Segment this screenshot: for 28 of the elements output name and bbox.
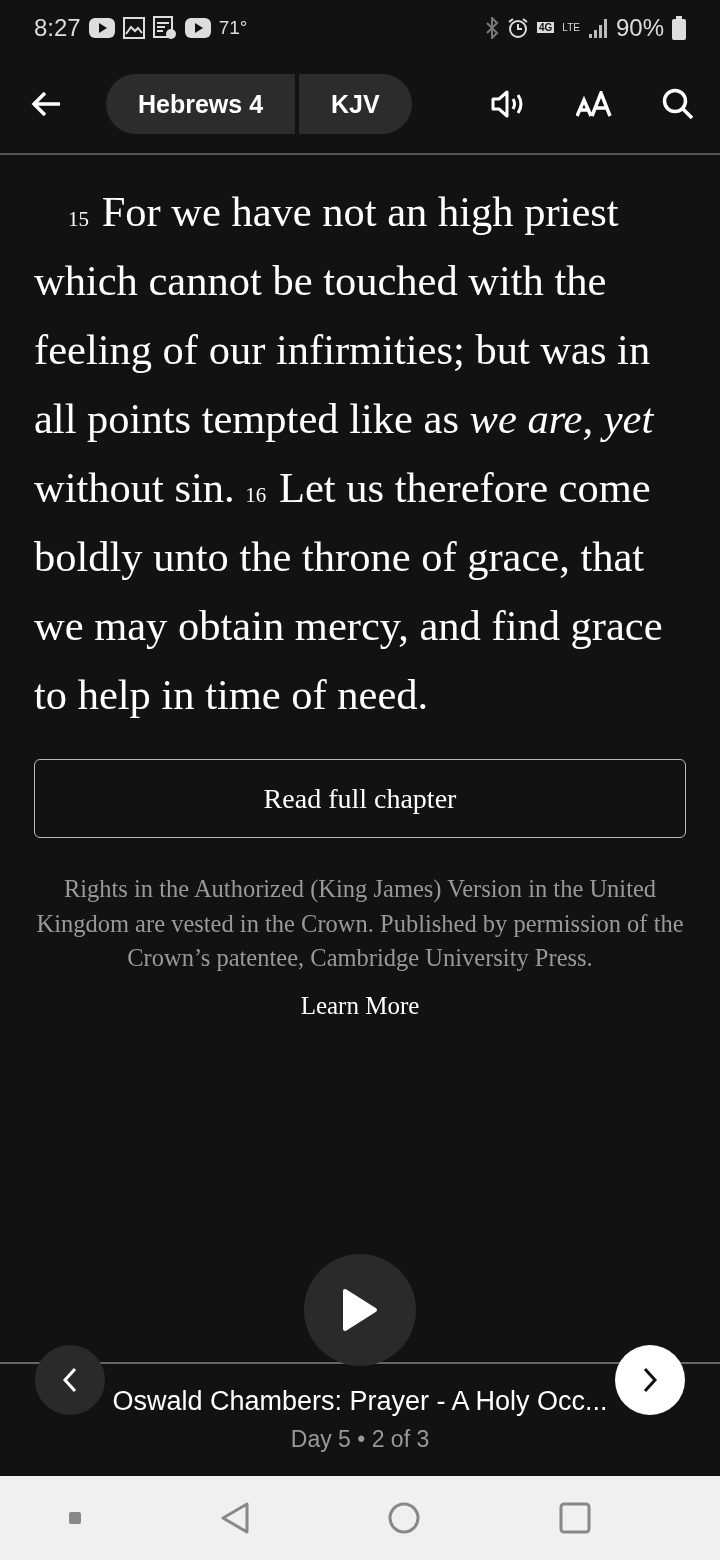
book-selector[interactable]: Hebrews 4	[106, 74, 296, 134]
back-button[interactable]	[30, 90, 62, 118]
copyright-notice: Rights in the Authorized (King James) Version in the United Kingdom are vested in the Crown. Published by permission of the Crown’s patentee, Cambridge University Press.	[35, 874, 685, 973]
signal-icon	[587, 16, 608, 39]
network-label: 4G	[537, 22, 555, 33]
back-nav-icon[interactable]	[219, 1502, 250, 1534]
chevron-left-icon	[62, 1367, 78, 1393]
play-icon	[342, 1288, 378, 1332]
text-size-button[interactable]	[576, 91, 612, 117]
list-alert-icon	[152, 15, 177, 40]
video-icon	[88, 17, 115, 38]
home-nav-icon[interactable]	[388, 1502, 421, 1534]
battery-icon	[672, 15, 686, 40]
lte-label: LTE	[562, 22, 580, 33]
battery-percent: 90%	[615, 13, 664, 42]
alarm-icon	[507, 16, 529, 39]
version-selector[interactable]: KJV	[299, 74, 412, 134]
status-time: 8:27	[34, 13, 81, 42]
bluetooth-icon	[485, 16, 499, 39]
video-icon	[184, 17, 211, 38]
recents-nav-icon[interactable]	[558, 1502, 591, 1534]
chevron-right-icon	[642, 1367, 658, 1393]
image-icon	[122, 16, 145, 39]
temperature: 71°	[218, 16, 248, 39]
search-button[interactable]	[662, 88, 694, 120]
learn-more-link[interactable]: Learn More	[300, 991, 420, 1020]
read-full-chapter-button[interactable]: Read full chapter	[34, 759, 686, 838]
plan-title: Oswald Chambers: Prayer - A Holy Occ...	[111, 1386, 609, 1417]
